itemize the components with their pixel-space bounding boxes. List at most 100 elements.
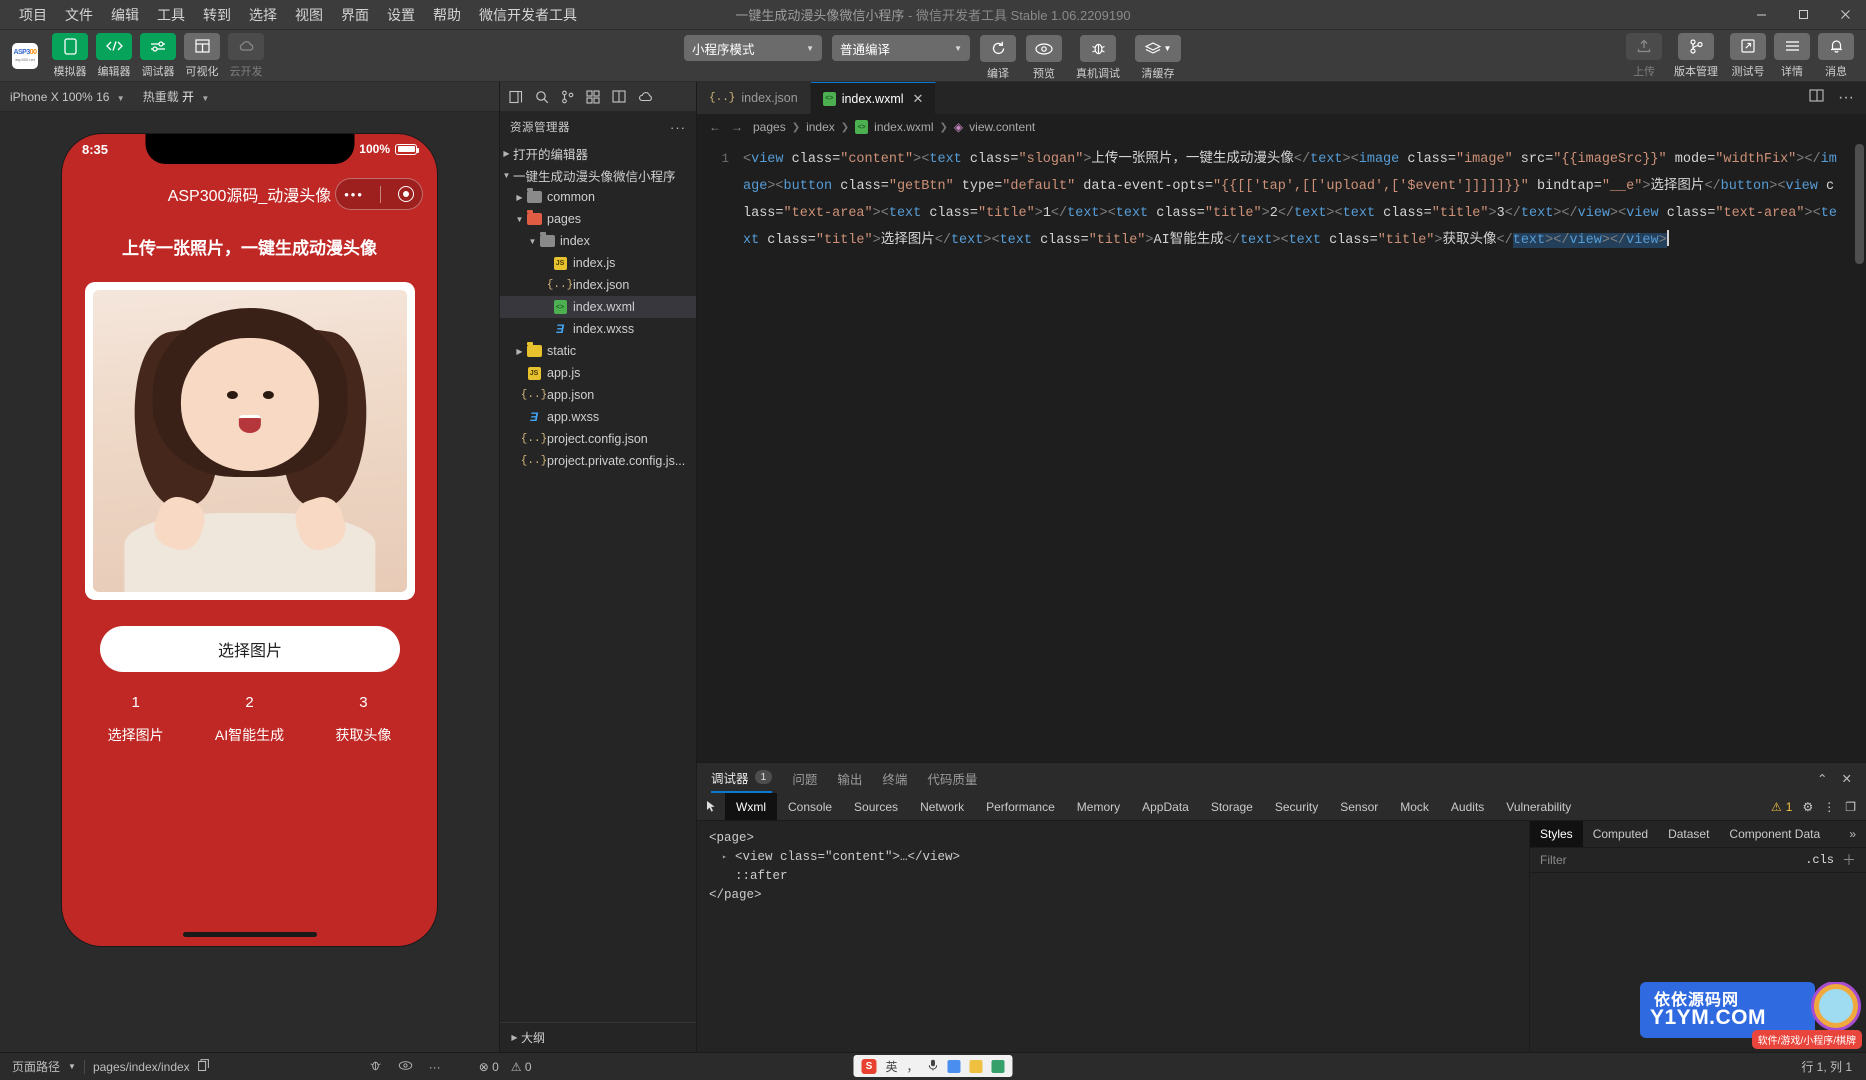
extensions-icon[interactable] [586, 90, 600, 104]
hotreload-select[interactable]: 热重载 开 ▼ [143, 88, 210, 105]
devtools-panel-tab-memory[interactable]: Memory [1066, 793, 1131, 820]
devtools-panel-tab-sensor[interactable]: Sensor [1329, 793, 1389, 820]
dom-node[interactable]: </page> [709, 886, 1517, 905]
editor-scrollbar[interactable] [1855, 144, 1864, 264]
toolbar-button-compile[interactable]: 编译 [980, 35, 1016, 81]
styles-tab-styles[interactable]: Styles [1530, 821, 1583, 847]
toolbar-button-simulator[interactable]: 模拟器 [52, 33, 88, 79]
toolbar-button-editor[interactable]: 编辑器 [96, 33, 132, 79]
toolbar-button-debugger[interactable]: 调试器 [140, 33, 176, 79]
toolbar-button-upload[interactable]: 上传 [1626, 33, 1662, 79]
split-icon[interactable] [612, 90, 626, 103]
editor-tab-index-json[interactable]: {..} index.json [697, 82, 811, 114]
toolbar-button-realdevice[interactable]: 真机调试 [1072, 35, 1124, 81]
menu-item-select[interactable]: 选择 [240, 1, 286, 29]
toolbar-button-version[interactable]: 版本管理 [1670, 33, 1722, 79]
outline-section[interactable]: ▶ 大纲 [500, 1022, 696, 1052]
menu-item-tools[interactable]: 工具 [148, 1, 194, 29]
eye-icon[interactable] [398, 1060, 413, 1074]
chevron-up-icon[interactable]: ⌃ [1817, 771, 1827, 786]
search-icon[interactable] [535, 90, 549, 104]
apps-icon[interactable] [992, 1060, 1005, 1073]
toolbar-button-preview[interactable]: 预览 [1026, 35, 1062, 81]
tree-open-editors[interactable]: ▶ 打开的编辑器 [500, 142, 696, 164]
tree-project-root[interactable]: ▼ 一键生成动漫头像微信小程序 [500, 164, 696, 186]
tree-item-index-wxml[interactable]: <> index.wxml [500, 296, 696, 318]
devtools-panel-tab-sources[interactable]: Sources [843, 793, 909, 820]
tree-item-pages[interactable]: ▼ pages [500, 208, 696, 230]
compile-select[interactable]: 普通编译 ▼ [832, 35, 970, 61]
source-control-icon[interactable] [561, 90, 574, 104]
warning-badge[interactable]: ⚠ 1 [1771, 800, 1792, 814]
toolbar-button-clearcache[interactable]: ▼ 清缓存 [1134, 35, 1182, 81]
keyboard-icon[interactable] [948, 1060, 961, 1073]
toolbar-button-message[interactable]: 消息 [1818, 33, 1854, 79]
code-line-content[interactable]: <view class="content"><text class="sloga… [743, 146, 1866, 254]
tree-item-index-folder[interactable]: ▼ index [500, 230, 696, 252]
devtools-panel-tab-mock[interactable]: Mock [1389, 793, 1440, 820]
split-editor-icon[interactable] [1809, 89, 1824, 107]
devtools-panel-tab-performance[interactable]: Performance [975, 793, 1066, 820]
mic-icon[interactable] [928, 1059, 939, 1074]
devtools-panel-tab-storage[interactable]: Storage [1200, 793, 1264, 820]
menu-item-view[interactable]: 视图 [286, 1, 332, 29]
menu-item-edit[interactable]: 编辑 [102, 1, 148, 29]
tree-item-app-js[interactable]: JS app.js [500, 362, 696, 384]
tree-item-static[interactable]: ▶ static [500, 340, 696, 362]
tree-item-index-wxss[interactable]: Ǝ index.wxss [500, 318, 696, 340]
status-more-icon[interactable]: ··· [429, 1060, 441, 1074]
copy-icon[interactable] [198, 1059, 209, 1074]
menu-item-goto[interactable]: 转到 [194, 1, 240, 29]
toolbar-button-cloud[interactable]: 云开发 [228, 33, 264, 79]
close-target-icon[interactable] [398, 186, 414, 202]
tree-item-project-private-config[interactable]: {..} project.private.config.js... [500, 450, 696, 472]
breadcrumb-index[interactable]: index [806, 120, 835, 134]
menu-item-file[interactable]: 文件 [56, 1, 102, 29]
styles-tab-dataset[interactable]: Dataset [1658, 821, 1719, 847]
menu-item-interface[interactable]: 界面 [332, 1, 378, 29]
status-page-path[interactable]: 页面路径 ▼ pages/index/index [0, 1058, 209, 1075]
inspect-element-icon[interactable] [697, 793, 725, 820]
ime-lang[interactable]: 英 [885, 1058, 897, 1075]
tree-item-app-wxss[interactable]: Ǝ app.wxss [500, 406, 696, 428]
forward-icon[interactable]: → [731, 120, 743, 134]
dock-icon[interactable]: ❐ [1845, 800, 1856, 814]
tree-item-index-js[interactable]: JS index.js [500, 252, 696, 274]
dom-node[interactable]: ▸ <view class="content">…</view> [709, 848, 1517, 867]
devtools-tab-output[interactable]: 输出 [837, 769, 862, 788]
menu-item-project[interactable]: 项目 [10, 1, 56, 29]
editor-tab-index-wxml[interactable]: <> index.wxml ✕ [811, 82, 937, 114]
chevron-right-icon[interactable]: ▸ [722, 848, 731, 867]
ime-punct[interactable]: ， [907, 1058, 919, 1075]
editor-more-icon[interactable]: ··· [1838, 89, 1854, 107]
sogou-icon[interactable]: S [861, 1059, 876, 1074]
toolbar-button-detail[interactable]: 详情 [1774, 33, 1810, 79]
status-cursor[interactable]: 行 1, 列 1 [1801, 1058, 1866, 1075]
close-icon[interactable]: ✕ [1842, 771, 1852, 786]
devtools-panel-tab-security[interactable]: Security [1264, 793, 1329, 820]
toolbar-button-visualization[interactable]: 可视化 [184, 33, 220, 79]
back-icon[interactable]: ← [709, 120, 721, 134]
tree-item-index-json[interactable]: {..} index.json [500, 274, 696, 296]
breadcrumb-symbol[interactable]: view.content [969, 120, 1035, 134]
devtools-panel-tab-audits[interactable]: Audits [1440, 793, 1495, 820]
devtools-more-icon[interactable]: ⋮ [1823, 800, 1835, 814]
more-icon[interactable]: ••• [344, 187, 364, 202]
styles-tab-component-data[interactable]: Component Data [1719, 821, 1830, 847]
devtools-panel-tab-console[interactable]: Console [777, 793, 843, 820]
dom-node[interactable]: ::after [709, 867, 1517, 886]
tree-item-app-json[interactable]: {..} app.json [500, 384, 696, 406]
close-icon[interactable]: ✕ [913, 91, 924, 107]
styles-overflow-icon[interactable]: » [1839, 821, 1866, 847]
devtools-panel-tab-vulnerability[interactable]: Vulnerability [1495, 793, 1582, 820]
mode-select[interactable]: 小程序模式 ▼ [684, 35, 822, 61]
gear-icon[interactable]: ⚙ [1802, 800, 1813, 814]
devtools-panel-tab-wxml[interactable]: Wxml [725, 793, 777, 820]
status-problems[interactable]: ⊗ 0 ⚠ 0 [479, 1060, 532, 1074]
devtools-tab-debugger[interactable]: 调试器 1 [711, 763, 772, 793]
explorer-more-icon[interactable]: ··· [670, 120, 686, 135]
menu-item-devtools[interactable]: 微信开发者工具 [470, 1, 586, 29]
styles-filter-input[interactable] [1540, 853, 1797, 867]
devtools-panel-tab-network[interactable]: Network [909, 793, 975, 820]
minimize-icon[interactable] [1740, 0, 1782, 30]
